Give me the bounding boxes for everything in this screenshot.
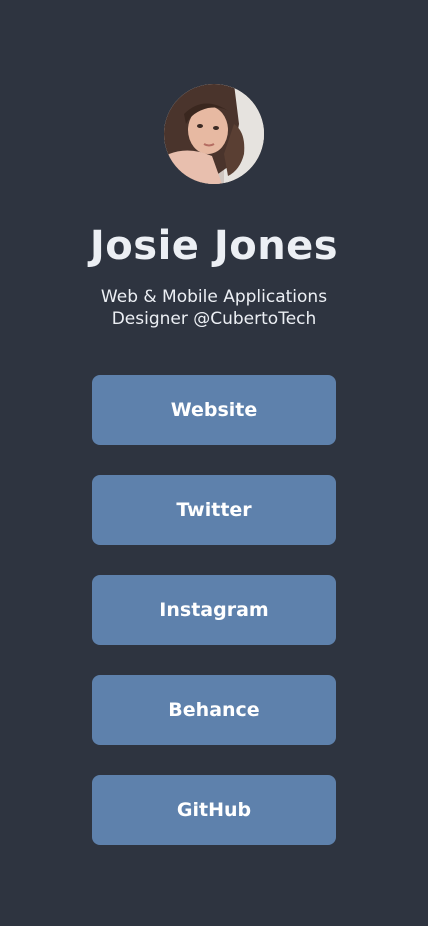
avatar bbox=[164, 84, 264, 184]
profile-name: Josie Jones bbox=[89, 223, 339, 269]
link-list: Website Twitter Instagram Behance GitHub bbox=[92, 375, 336, 875]
profile-header: Josie Jones Web & Mobile Applications De… bbox=[0, 84, 428, 330]
profile-photo-icon bbox=[164, 84, 264, 184]
github-link-button[interactable]: GitHub bbox=[92, 775, 336, 845]
behance-link-button[interactable]: Behance bbox=[92, 675, 336, 745]
instagram-link-button[interactable]: Instagram bbox=[92, 575, 336, 645]
website-link-button[interactable]: Website bbox=[92, 375, 336, 445]
profile-bio: Web & Mobile Applications Designer @Cube… bbox=[100, 287, 328, 329]
twitter-link-button[interactable]: Twitter bbox=[92, 475, 336, 545]
